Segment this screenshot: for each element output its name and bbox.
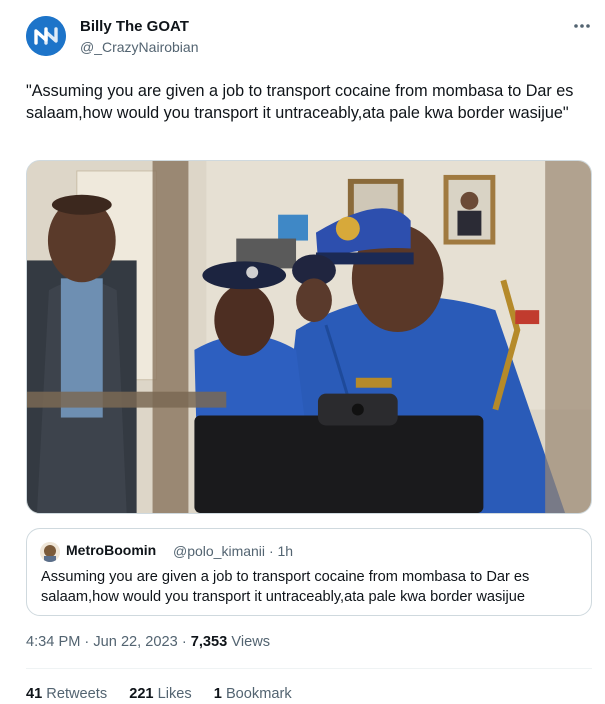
engagement-stats: 41 Retweets 221 Likes 1 Bookmark [26, 686, 310, 702]
photo-police-officers [27, 161, 591, 513]
tweet-card: Billy The GOAT @_CrazyNairobian "Assumin… [0, 0, 605, 704]
tweet-time[interactable]: 4:34 PM [26, 634, 80, 650]
quoted-separator: · [268, 543, 274, 559]
tweet-date[interactable]: Jun 22, 2023 [93, 634, 177, 650]
retweets-stat[interactable]: 41 Retweets [26, 686, 107, 702]
views-count: 7,353 [190, 634, 228, 650]
tweet-photo[interactable] [26, 160, 592, 514]
quoted-time[interactable]: 1h [278, 543, 294, 559]
quoted-text: Assuming you are given a job to transpor… [41, 569, 530, 605]
author-display-name[interactable]: Billy The GOAT [80, 18, 189, 35]
quoted-author-name[interactable]: MetroBoomin [66, 542, 156, 558]
likes-count: 221 [129, 686, 154, 702]
meta-separator: · [84, 634, 90, 650]
meta-separator: · [181, 634, 187, 650]
views-label: Views [231, 634, 271, 650]
divider [26, 668, 592, 669]
bookmarks-stat[interactable]: 1 Bookmark [214, 686, 292, 702]
author-handle[interactable]: @_CrazyNairobian [80, 39, 198, 55]
likes-label: Likes [157, 686, 192, 702]
retweets-count: 41 [26, 686, 43, 702]
bookmarks-label: Bookmark [225, 686, 292, 702]
brand-logo-icon [26, 16, 66, 56]
retweets-label: Retweets [46, 686, 108, 702]
tweet-text: "Assuming you are given a job to transpo… [26, 82, 574, 122]
more-horizontal-icon[interactable] [570, 14, 594, 38]
likes-stat[interactable]: 221 Likes [129, 686, 192, 702]
bookmarks-count: 1 [213, 686, 222, 702]
quoted-tweet[interactable]: MetroBoomin @polo_kimanii · 1h Assuming … [26, 528, 592, 616]
author-avatar[interactable] [26, 16, 66, 56]
quoted-meta: @polo_kimanii · 1h [173, 543, 293, 559]
quoted-author-handle[interactable]: @polo_kimanii [173, 543, 265, 559]
quoted-author-avatar[interactable] [40, 542, 60, 562]
tweet-meta: 4:34 PM · Jun 22, 2023 · 7,353 Views [26, 634, 270, 650]
